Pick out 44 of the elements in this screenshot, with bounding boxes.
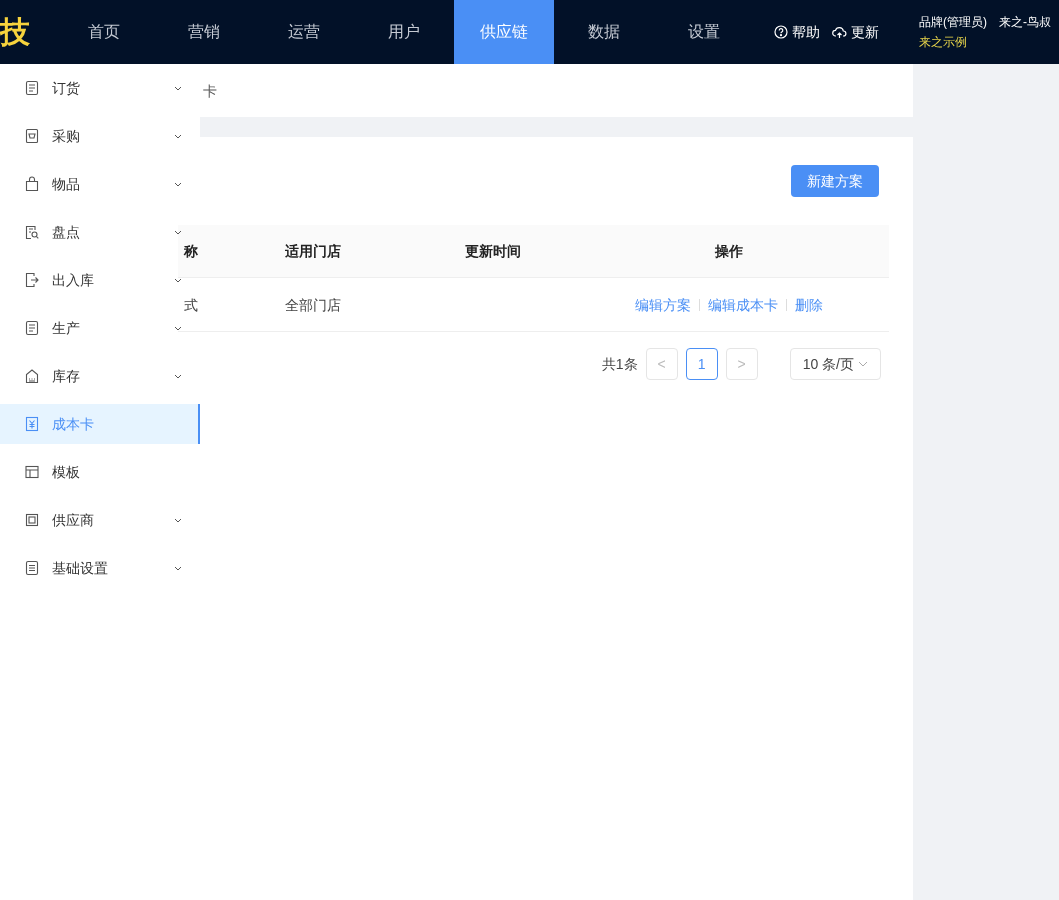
document-icon bbox=[24, 80, 40, 96]
header-action-button[interactable]: 帮助 bbox=[774, 22, 820, 42]
user-name: 来之-鸟叔 bbox=[999, 14, 1051, 30]
sidebar-item[interactable]: 盘点 bbox=[0, 208, 182, 256]
column-header: 更新时间 bbox=[465, 242, 521, 261]
sidebar-item[interactable]: 基础设置 bbox=[0, 544, 182, 592]
nav-tab[interactable]: 用户 bbox=[354, 0, 454, 64]
sidebar-item[interactable]: 生产 bbox=[0, 304, 182, 352]
sidebar-item[interactable]: 订货 bbox=[0, 64, 182, 112]
breadcrumb: 卡 bbox=[203, 81, 217, 101]
house-icon bbox=[24, 368, 40, 384]
document-icon bbox=[24, 320, 40, 336]
layout-icon bbox=[24, 464, 40, 480]
header-action-button[interactable]: 更新 bbox=[832, 22, 879, 42]
bag-icon bbox=[24, 176, 40, 192]
nav-tab[interactable]: 营销 bbox=[154, 0, 254, 64]
column-header: 适用门店 bbox=[285, 242, 341, 261]
total-count: 共1条 bbox=[601, 355, 638, 374]
sidebar-item[interactable]: 供应商 bbox=[0, 496, 182, 544]
table-cell-text: 全部门店 bbox=[285, 295, 341, 315]
sidebar-item[interactable]: 模板 bbox=[0, 448, 182, 496]
nav-tab[interactable]: 数据 bbox=[554, 0, 654, 64]
org-name: 来之示例 bbox=[919, 34, 968, 50]
cloud-upload-icon bbox=[832, 25, 847, 39]
square-icon bbox=[24, 512, 40, 528]
sidebar-item[interactable]: 物品 bbox=[0, 160, 182, 208]
page-size-select[interactable]: 10 条/页 bbox=[789, 348, 881, 380]
nav-tab[interactable]: 运营 bbox=[254, 0, 354, 64]
document-search-icon bbox=[24, 224, 40, 240]
table-cell-text: 式 bbox=[184, 295, 198, 315]
sidebar-item[interactable]: 采购 bbox=[0, 112, 182, 160]
nav-tab[interactable]: 设置 bbox=[654, 0, 754, 64]
nav-tab[interactable]: 首页 bbox=[54, 0, 154, 64]
list-icon bbox=[24, 560, 40, 576]
sidebar-item[interactable]: 出入库 bbox=[0, 256, 182, 304]
user-role: 品牌(管理员) bbox=[919, 14, 987, 30]
column-header: 称 bbox=[184, 242, 198, 261]
caret-icon bbox=[858, 361, 868, 367]
column-header: 操作 bbox=[714, 242, 743, 261]
sidebar-item[interactable]: 库存 bbox=[0, 352, 182, 400]
exit-icon bbox=[24, 272, 40, 288]
yen-icon bbox=[24, 416, 40, 432]
help-icon bbox=[774, 25, 788, 39]
cart-icon bbox=[24, 128, 40, 144]
